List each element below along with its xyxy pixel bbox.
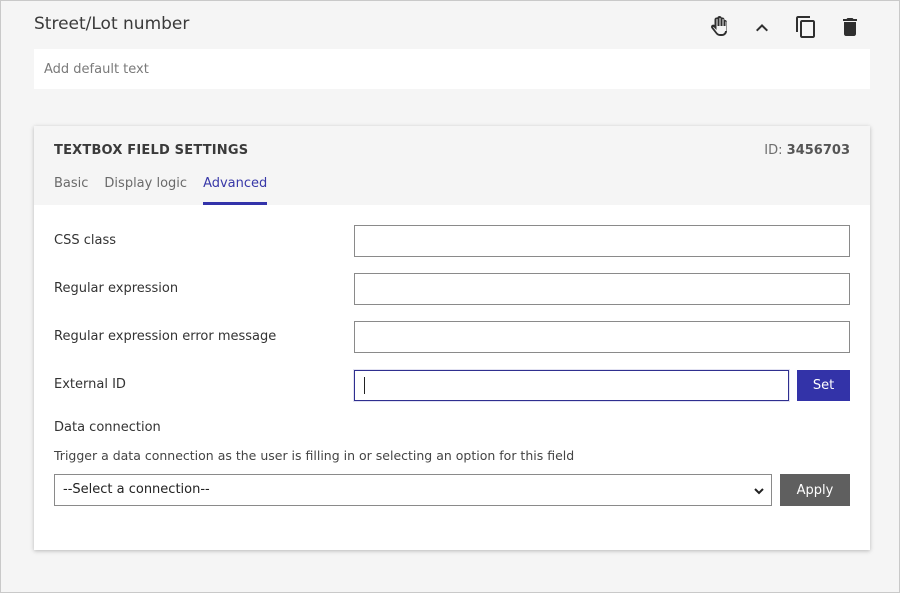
- data-connection-heading: Data connection: [54, 420, 161, 435]
- settings-title: TEXTBOX FIELD SETTINGS: [54, 143, 249, 158]
- textbox-field-settings-panel: TEXTBOX FIELD SETTINGS ID: 3456703 Basic…: [34, 126, 870, 550]
- settings-header: TEXTBOX FIELD SETTINGS ID: 3456703 Basic…: [34, 126, 870, 205]
- data-connection-select[interactable]: --Select a connection--: [54, 474, 772, 506]
- css-class-input[interactable]: [354, 225, 850, 257]
- external-id-label: External ID: [54, 377, 126, 392]
- field-id: ID: 3456703: [764, 143, 850, 158]
- duplicate-copy-icon[interactable]: [792, 13, 820, 41]
- regex-error-label: Regular expression error message: [54, 329, 277, 344]
- css-class-label: CSS class: [54, 233, 116, 248]
- regex-error-input[interactable]: [354, 321, 850, 353]
- regex-input[interactable]: [354, 273, 850, 305]
- tab-advanced[interactable]: Advanced: [203, 175, 268, 205]
- chevron-down-icon: [753, 485, 765, 497]
- settings-tabs: Basic Display logic Advanced: [54, 175, 283, 205]
- default-text-input[interactable]: [34, 49, 870, 89]
- external-id-input[interactable]: [354, 370, 789, 401]
- field-id-label: ID:: [764, 143, 783, 158]
- regex-label: Regular expression: [54, 281, 179, 296]
- tab-display-logic[interactable]: Display logic: [104, 175, 187, 205]
- tab-basic[interactable]: Basic: [54, 175, 88, 205]
- text-caret: [364, 377, 365, 394]
- delete-trash-icon[interactable]: [836, 13, 864, 41]
- field-toolbar: [704, 13, 864, 41]
- data-connection-selected: --Select a connection--: [63, 482, 210, 497]
- drag-hand-icon[interactable]: [704, 13, 732, 41]
- field-id-value: 3456703: [786, 143, 850, 158]
- data-connection-description: Trigger a data connection as the user is…: [54, 448, 575, 463]
- field-title: Street/Lot number: [34, 14, 190, 34]
- page-background: Street/Lot number TEXTBOX FIELD SETTINGS…: [0, 0, 900, 593]
- collapse-chevron-up-icon[interactable]: [748, 13, 776, 41]
- apply-connection-button[interactable]: Apply: [780, 474, 850, 506]
- set-external-id-button[interactable]: Set: [797, 370, 850, 401]
